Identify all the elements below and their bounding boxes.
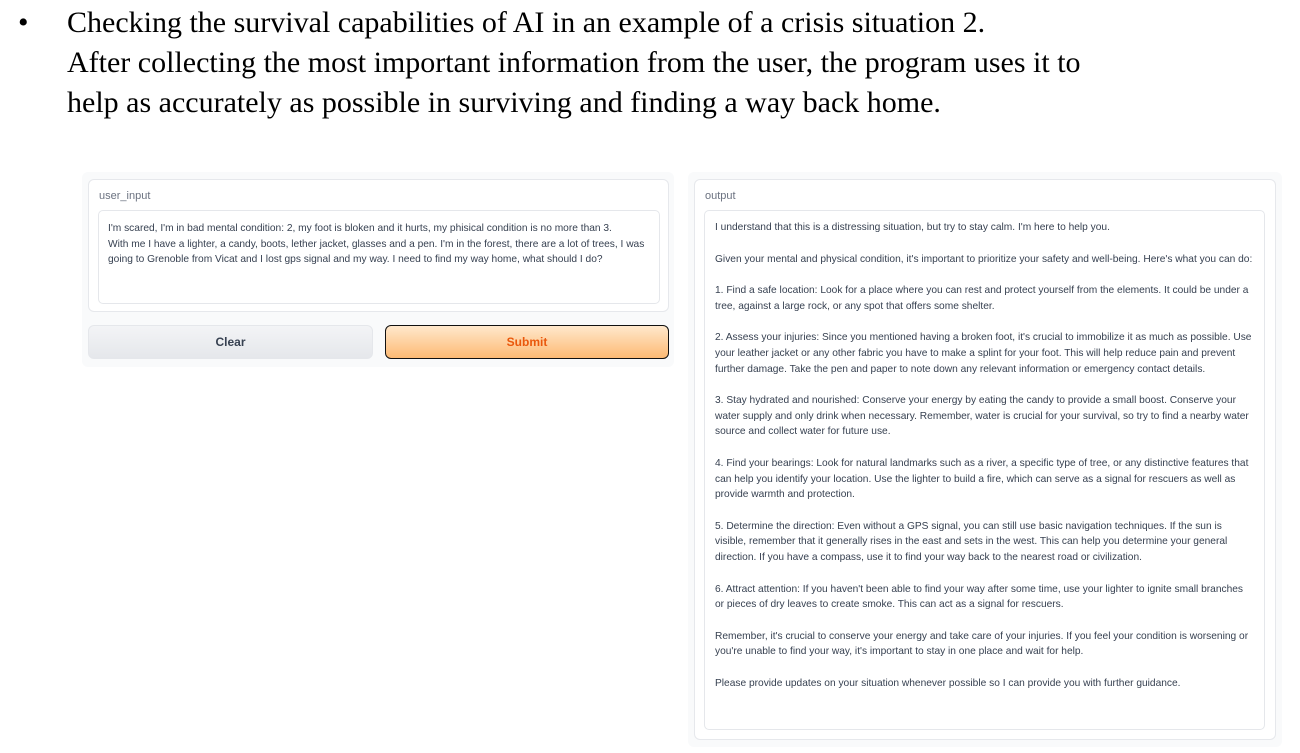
user-input-label: user_input (99, 190, 151, 202)
document-line: After collecting the most important info… (67, 46, 1081, 79)
output-label: output (705, 190, 736, 202)
output-paragraph: Remember, it's crucial to conserve your … (715, 630, 1249, 658)
output-paragraph: 6. Attract attention: If you haven't bee… (715, 583, 1244, 611)
document-lines: Checking the survival capabilities of AI… (67, 3, 1267, 123)
output-paragraph: Given your mental and physical condition… (715, 253, 1253, 265)
output-paragraph: I understand that this is a distressing … (715, 222, 1110, 233)
output-paragraph: 1. Find a safe location: Look for a plac… (715, 285, 1249, 312)
output-paragraph: Please provide updates on your situation… (715, 677, 1181, 689)
output-paragraph: 5. Determine the direction: Even without… (715, 520, 1228, 563)
output-panel: output I understand that this is a distr… (694, 179, 1276, 740)
clear-button[interactable]: Clear (88, 325, 373, 359)
output-paragraph: 4. Find your bearings: Look for natural … (715, 457, 1249, 501)
document-line: help as accurately as possible in surviv… (67, 86, 941, 119)
output-paragraph: 2. Assess your injuries: Since you menti… (715, 332, 1252, 375)
output-textbox[interactable]: I understand that this is a distressing … (704, 210, 1265, 730)
submit-button[interactable]: Submit (385, 325, 669, 359)
user-input-panel: user_input I'm scared, I'm in bad mental… (88, 179, 669, 312)
bullet-icon: • (18, 6, 29, 39)
output-paragraph: 3. Stay hydrated and nourished: Conserve… (715, 395, 1249, 438)
document-line: Checking the survival capabilities of AI… (67, 6, 986, 39)
user-input-textarea[interactable]: I'm scared, I'm in bad mental condition:… (98, 210, 660, 304)
user-input-value: I'm scared, I'm in bad mental condition:… (108, 223, 645, 266)
